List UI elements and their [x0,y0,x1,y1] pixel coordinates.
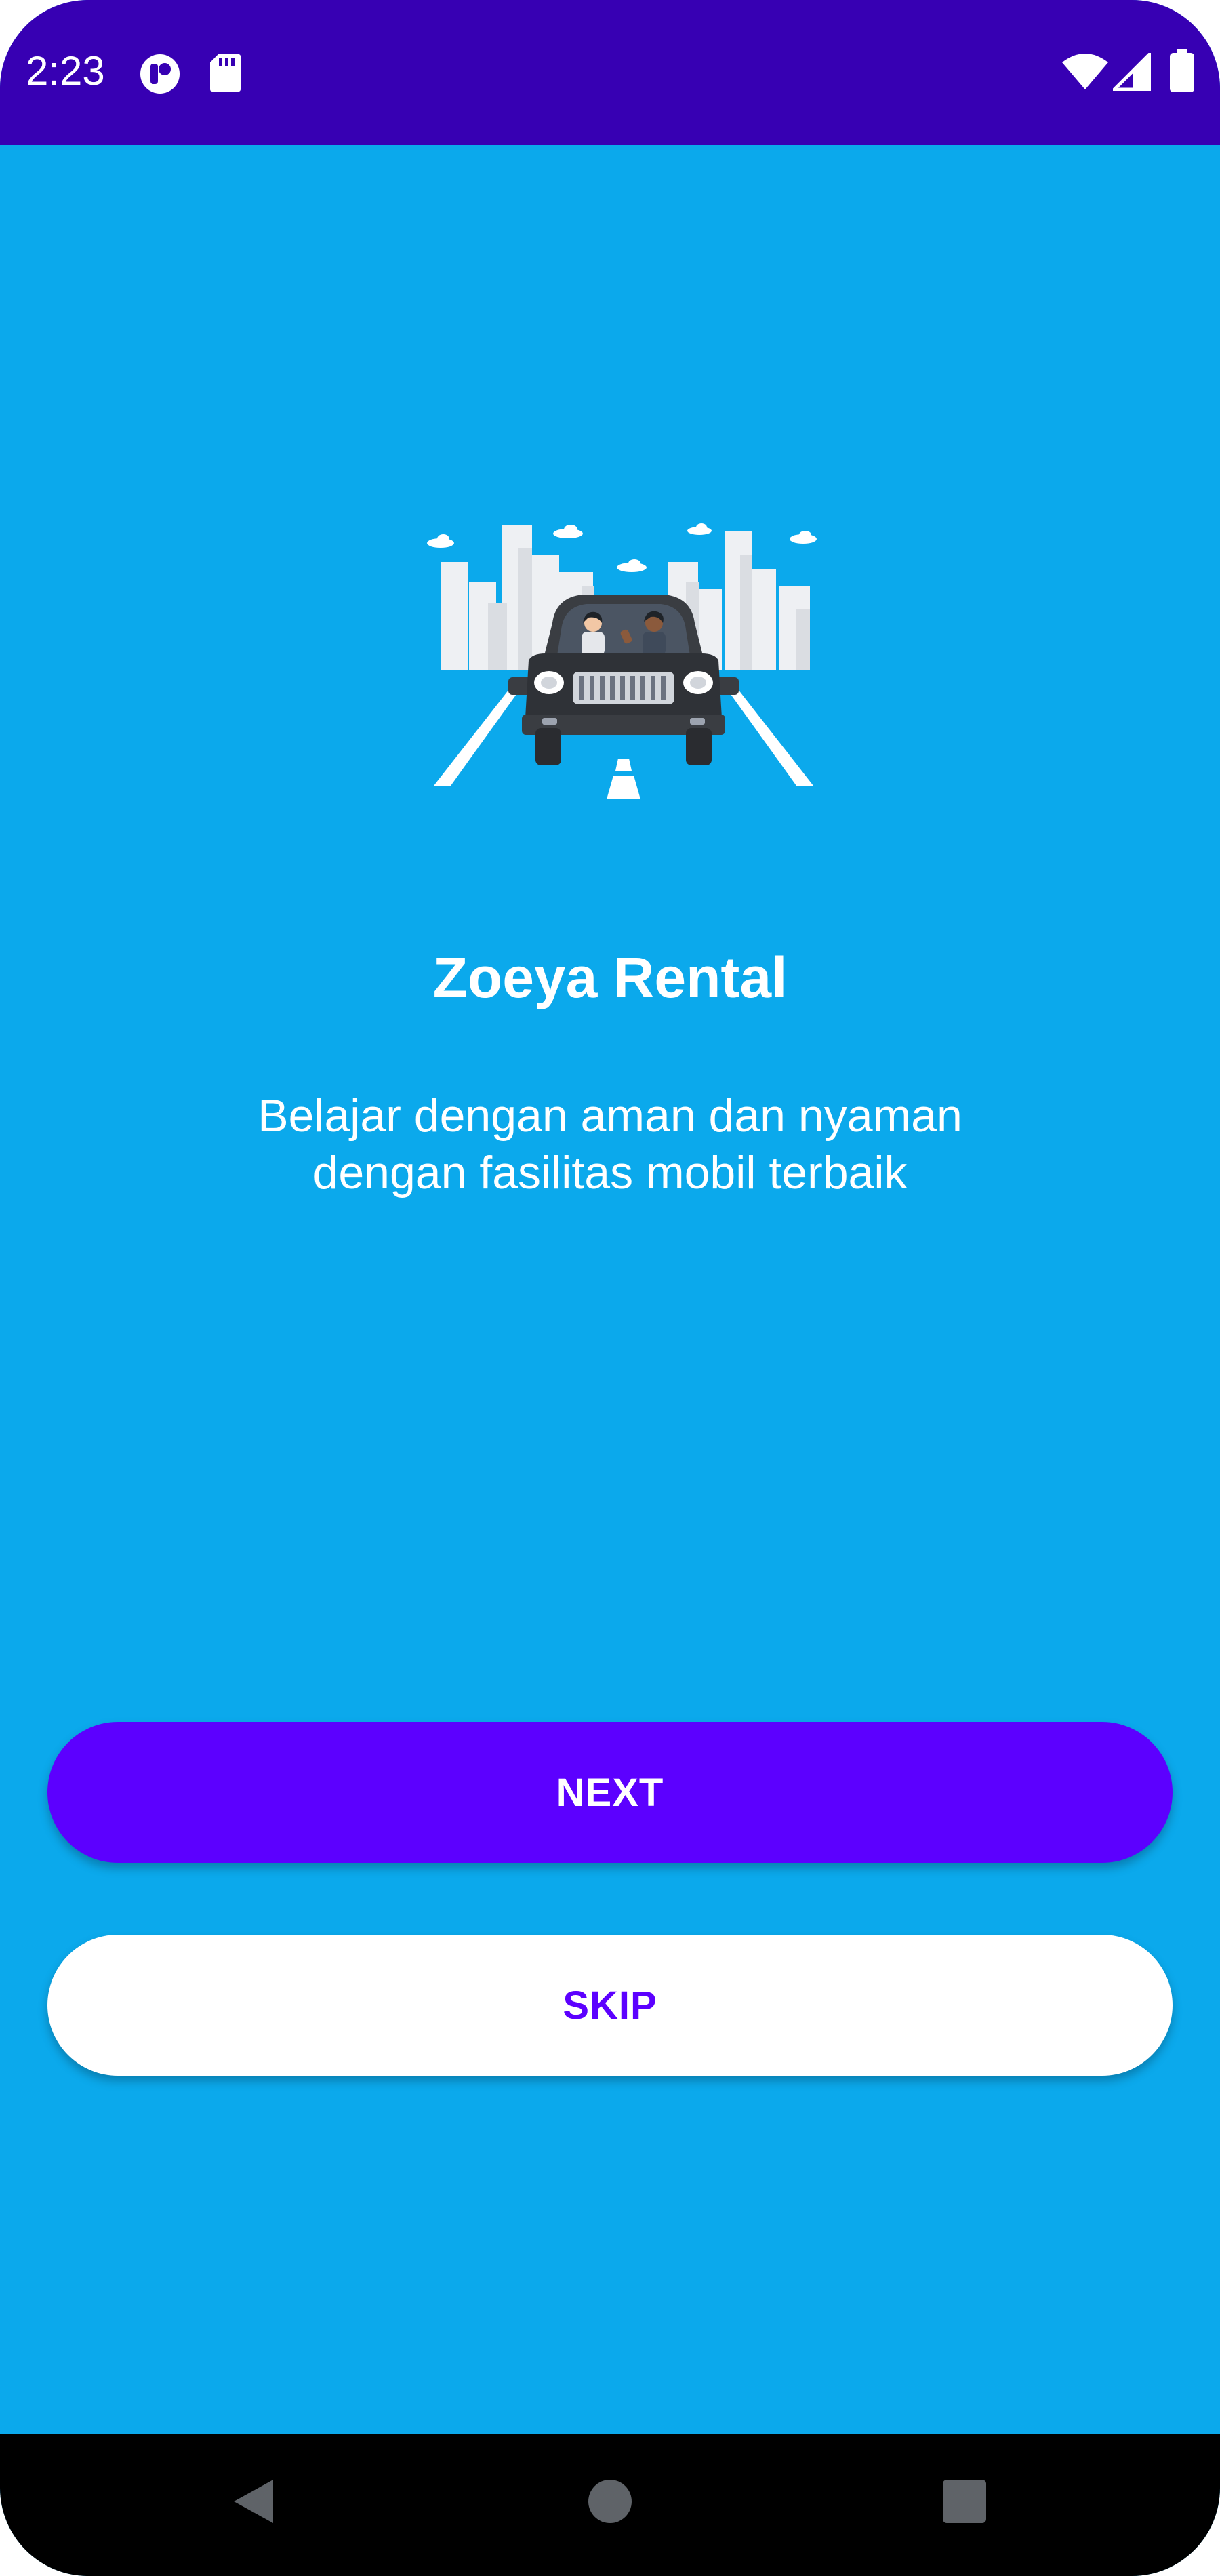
sd-card-icon [210,54,241,92]
app-notification-icon [140,54,180,94]
onboarding-title: Zoeya Rental [432,946,788,1009]
subtitle-line: dengan fasilitas mobil terbaik [312,1147,908,1199]
subtitle-line: Belajar dengan aman dan nyaman [258,1090,962,1142]
status-bar: 2:23 [0,0,1220,145]
wifi-icon [1062,54,1108,89]
city-car-illustration [427,523,817,799]
recents-icon[interactable] [937,2474,992,2529]
back-icon[interactable] [227,2474,281,2529]
phone-screen: 2:23 Zoeya Rental Belajar dengan aman da… [0,0,1220,2576]
onboarding-subtitle: Belajar dengan aman dan nyaman dengan fa… [0,1087,1220,1201]
skip-button[interactable]: SKIP [47,1935,1173,2076]
status-time: 2:23 [26,48,105,94]
home-icon[interactable] [583,2474,637,2529]
onboarding-content: Zoeya Rental Belajar dengan aman dan nya… [0,145,1220,2434]
battery-icon [1170,49,1194,92]
navigation-bar [0,2434,1220,2576]
cell-signal-icon [1113,53,1151,91]
next-button[interactable]: NEXT [47,1722,1173,1863]
